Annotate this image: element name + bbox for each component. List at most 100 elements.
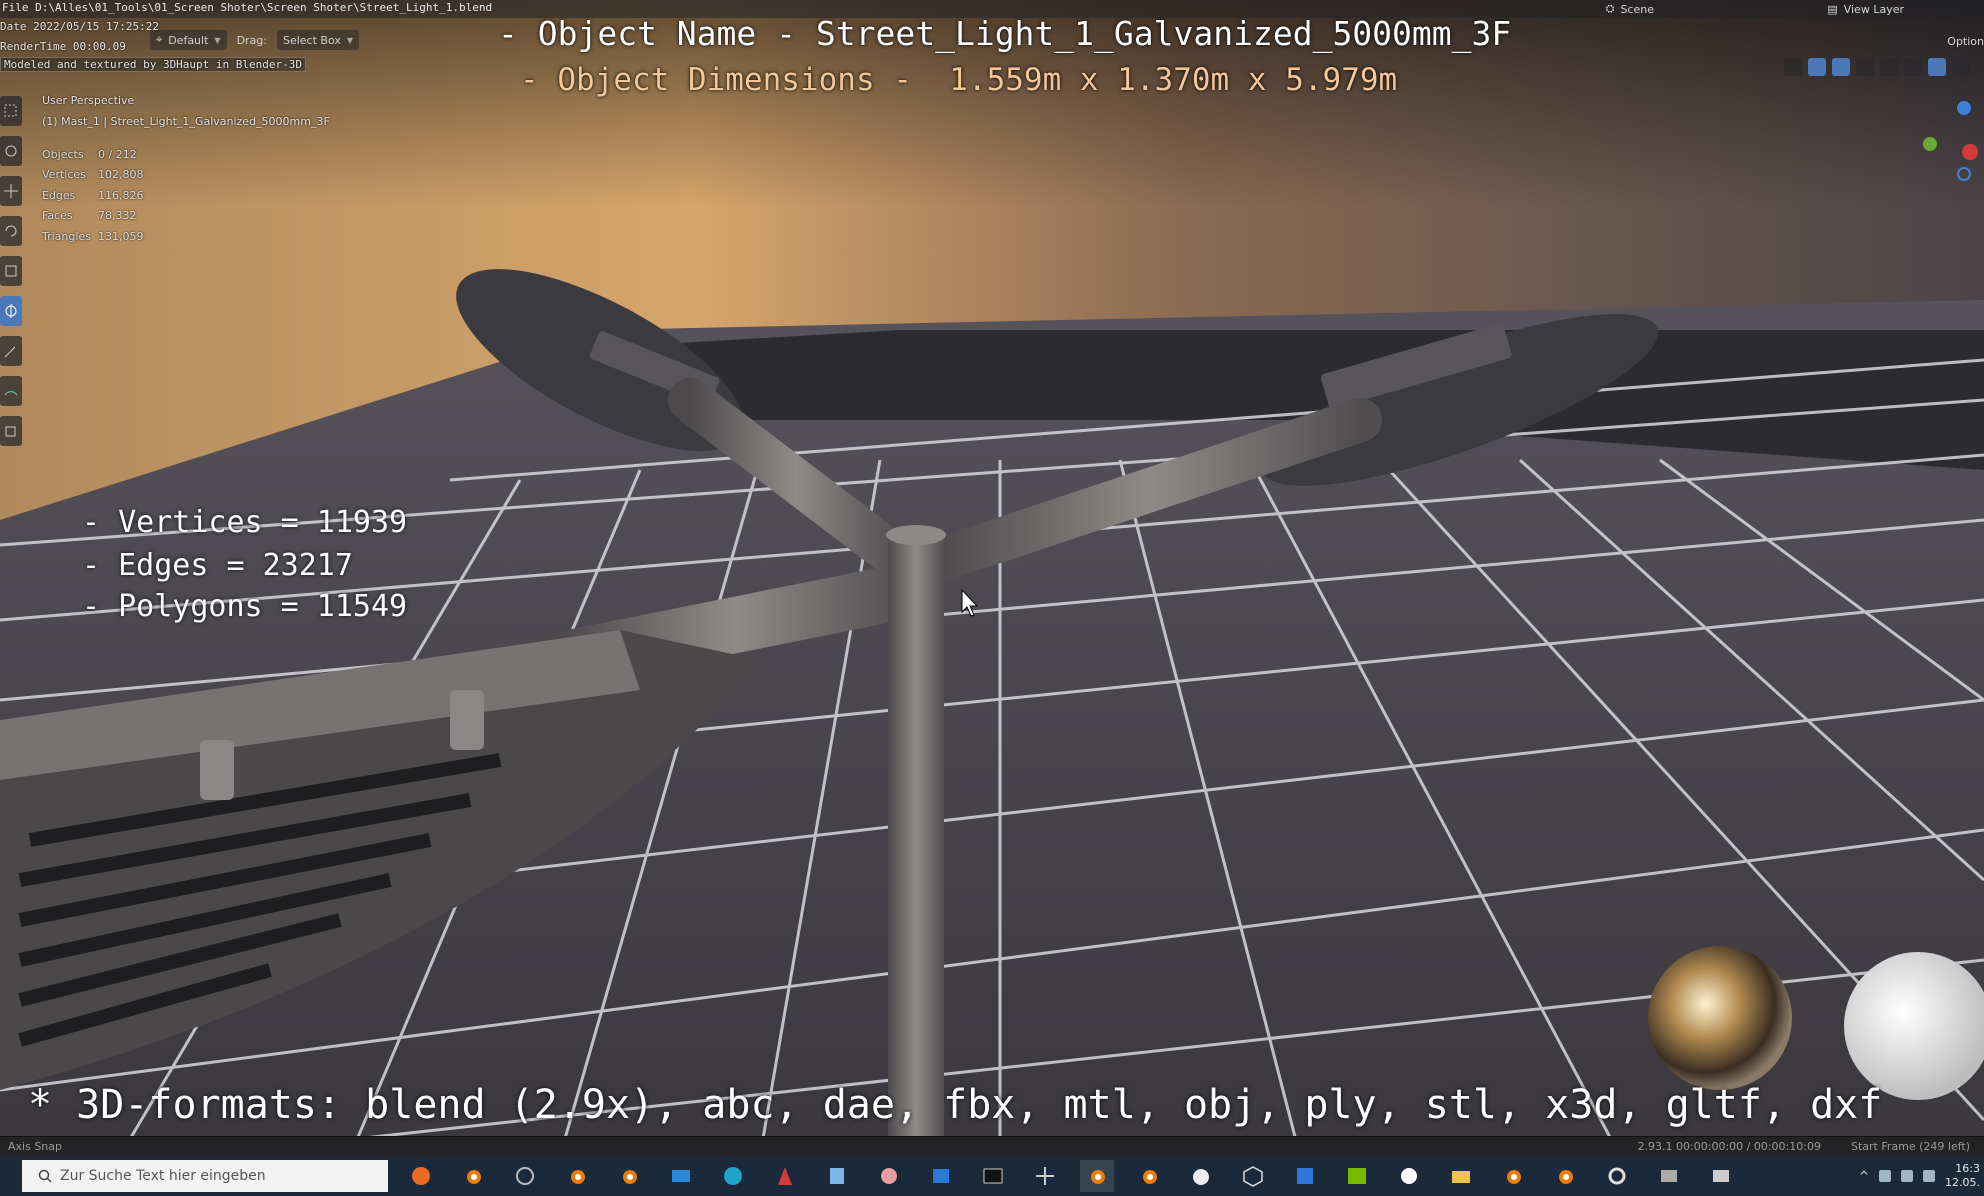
annotate-tool[interactable] xyxy=(0,336,22,366)
select-box-tool[interactable] xyxy=(0,96,22,126)
drag-dropdown[interactable]: Select Box ▼ xyxy=(276,30,360,50)
scale-icon xyxy=(5,265,17,277)
mail-icon[interactable] xyxy=(664,1160,698,1192)
app-icon[interactable] xyxy=(924,1160,958,1192)
cube-icon[interactable] xyxy=(1236,1160,1270,1192)
app-icon[interactable] xyxy=(1392,1160,1426,1192)
stat-value: 116,826 xyxy=(98,189,144,202)
options-menu[interactable]: Option xyxy=(1947,32,1984,50)
app-icon[interactable] xyxy=(1028,1160,1062,1192)
calendar-icon[interactable] xyxy=(1288,1160,1322,1192)
nvidia-icon[interactable] xyxy=(1340,1160,1374,1192)
select-box-icon xyxy=(4,104,17,117)
battery-icon[interactable] xyxy=(1923,1170,1935,1182)
firefox-icon[interactable] xyxy=(404,1160,438,1192)
transform-tool[interactable] xyxy=(0,296,22,326)
vertices-caption: - Vertices = 11939 xyxy=(82,505,408,540)
start-button[interactable] xyxy=(0,1156,20,1196)
object-dimensions-caption: - Object Dimensions - 1.559m x 1.370m x … xyxy=(520,62,1398,98)
blender-icon[interactable] xyxy=(1548,1160,1582,1192)
scene-selector[interactable]: ⛭ Scene xyxy=(1606,0,1654,18)
view-layer-label: View Layer xyxy=(1843,2,1904,16)
view-layer-icon: ▤ xyxy=(1827,2,1838,16)
visibility-icon[interactable] xyxy=(1784,58,1802,76)
chevron-down-icon: ▼ xyxy=(214,35,221,45)
credit-label: Modeled and textured by 3DHaupt in Blend… xyxy=(0,57,307,72)
edges-caption: - Edges = 23217 xyxy=(82,548,353,583)
view-perspective-label: User Perspective xyxy=(42,94,135,107)
edge-icon[interactable] xyxy=(716,1160,750,1192)
panda-icon[interactable] xyxy=(1184,1160,1218,1192)
app-icon[interactable] xyxy=(768,1160,802,1192)
frame-label: Start Frame (249 left) xyxy=(1850,1140,1970,1153)
blender-icon[interactable] xyxy=(560,1160,594,1192)
gizmo-toggle-icon[interactable] xyxy=(1808,58,1826,76)
rendertime-label: RenderTime 00:00.09 xyxy=(0,40,126,53)
taskbar-search-input[interactable]: Zur Suche Text hier eingeben xyxy=(22,1160,388,1192)
left-tool-shelf xyxy=(0,96,24,456)
orientation-value: Default xyxy=(168,33,209,47)
tool-settings-row: ⌖ Default ▼ Drag: Select Box ▼ xyxy=(150,30,360,50)
blender-icon[interactable] xyxy=(1132,1160,1166,1192)
viewport-shading-controls xyxy=(1784,58,1970,76)
app-icon[interactable] xyxy=(1704,1160,1738,1192)
rendered-shading-icon[interactable] xyxy=(1952,58,1970,76)
gear-icon[interactable] xyxy=(1600,1160,1634,1192)
paint-icon[interactable] xyxy=(872,1160,906,1192)
notes-icon[interactable] xyxy=(820,1160,854,1192)
material-shading-icon[interactable] xyxy=(1928,58,1946,76)
stat-label: Triangles xyxy=(42,230,91,243)
folder-icon[interactable] xyxy=(1444,1160,1478,1192)
blender-icon[interactable] xyxy=(456,1160,490,1192)
volume-icon[interactable] xyxy=(1901,1170,1913,1182)
formats-caption: * 3D-formats: blend (2.9x), abc, dae, fb… xyxy=(28,1082,1883,1128)
move-icon xyxy=(4,184,18,198)
scale-tool[interactable] xyxy=(0,256,22,286)
taskbar-clock[interactable]: 16:3 12.05. xyxy=(1945,1162,1980,1190)
blender-active-icon[interactable] xyxy=(1080,1160,1114,1192)
terminal-icon[interactable] xyxy=(976,1160,1010,1192)
xray-toggle-icon[interactable] xyxy=(1856,58,1874,76)
object-name-caption: - Object Name - Street_Light_1_Galvanize… xyxy=(498,14,1512,53)
status-bar: Axis Snap 2.93.1 00:00:00:00 / 00:00:10:… xyxy=(0,1136,1984,1156)
search-icon xyxy=(38,1169,52,1183)
cursor-icon xyxy=(5,145,17,157)
scene-icon: ⛭ xyxy=(1605,2,1615,15)
stat-objects: Objects 0 / 212 xyxy=(42,148,137,161)
clock-date: 12.05. xyxy=(1945,1176,1980,1189)
polygons-caption: - Polygons = 11549 xyxy=(82,589,408,624)
scene-label: Scene xyxy=(1620,2,1654,16)
wireframe-shading-icon[interactable] xyxy=(1880,58,1898,76)
stat-label: Faces xyxy=(42,209,73,222)
network-icon[interactable] xyxy=(1879,1170,1891,1182)
rotate-tool[interactable] xyxy=(0,216,22,246)
3d-viewport[interactable]: File D:\Alles\01_Tools\01_Screen Shoter\… xyxy=(0,0,1984,1156)
taskbar-apps xyxy=(404,1160,1738,1192)
search-placeholder: Zur Suche Text hier eingeben xyxy=(60,1168,266,1184)
stat-label: Vertices xyxy=(42,168,86,181)
cursor-tool[interactable] xyxy=(0,136,22,166)
app-icon[interactable] xyxy=(508,1160,542,1192)
measure-icon xyxy=(4,391,18,396)
add-cube-tool[interactable] xyxy=(0,416,22,446)
windows-taskbar: Zur Suche Text hier eingeben ^ 16:3 12.0… xyxy=(0,1156,1984,1196)
date-label: Date 2022/05/15 17:25:22 xyxy=(0,20,159,33)
view-layer-selector[interactable]: ▤ View Layer xyxy=(1827,0,1904,18)
blender-icon[interactable] xyxy=(1496,1160,1530,1192)
overlay-toggle-icon[interactable] xyxy=(1832,58,1850,76)
rotate-icon xyxy=(5,225,17,237)
annotate-icon xyxy=(4,346,16,358)
options-label: Option xyxy=(1947,34,1984,48)
chevron-up-icon[interactable]: ^ xyxy=(1859,1169,1869,1183)
solid-shading-icon[interactable] xyxy=(1904,58,1922,76)
measure-tool[interactable] xyxy=(0,376,22,406)
clock-time: 16:3 xyxy=(1955,1162,1980,1175)
blender-icon[interactable] xyxy=(612,1160,646,1192)
drag-value: Select Box xyxy=(282,33,341,47)
stat-value: 131,059 xyxy=(98,230,144,243)
orientation-icon: ⌖ xyxy=(156,33,163,46)
orientation-dropdown[interactable]: ⌖ Default ▼ xyxy=(150,30,227,50)
stat-value: 78,332 xyxy=(98,209,137,222)
move-tool[interactable] xyxy=(0,176,22,206)
app-icon[interactable] xyxy=(1652,1160,1686,1192)
